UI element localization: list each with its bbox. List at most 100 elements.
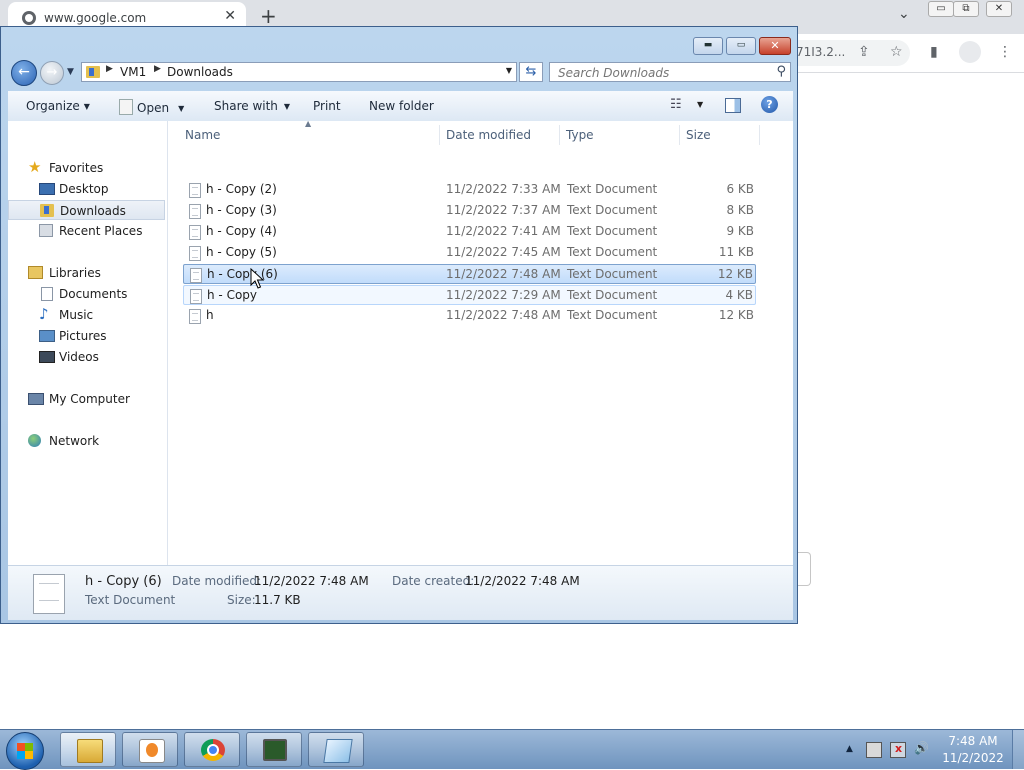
menu-kebab-icon[interactable]: ⋮ [998,44,1012,60]
table-row[interactable]: h 11/2/2022 7:48 AM Text Document 12 KB [183,306,756,326]
address-bar[interactable]: ▶ VM1 ▶ Downloads ▼ [81,62,517,82]
explorer-window: ▬ ▭ ✕ ← → ▼ ▶ VM1 ▶ Downloads ▼ ⇆ ⚲ Orga… [0,26,798,624]
nav-music[interactable]: ♪ Music [8,305,165,325]
text-file-icon [33,574,65,614]
table-row[interactable]: h - Copy (4) 11/2/2022 7:41 AM Text Docu… [183,222,756,242]
help-icon[interactable]: ? [761,96,778,113]
nav-label: My Computer [49,392,130,406]
nav-network[interactable]: Network [8,431,165,451]
file-name: h - Copy (6) [207,267,278,281]
nav-downloads[interactable]: Downloads [8,200,165,220]
taskbar-monitor-app[interactable] [246,732,302,767]
column-divider[interactable] [679,125,680,145]
file-type: Text Document [567,288,658,302]
monitor-app-icon [263,739,287,761]
preview-pane-icon[interactable] [725,98,741,113]
bookmark-star-icon[interactable]: ☆ [890,44,903,60]
tab-search-chevron-icon[interactable]: ⌄ [898,6,910,22]
breadcrumb-downloads[interactable]: Downloads [167,65,233,79]
music-icon: ♪ [39,305,49,323]
taskbar-notepad[interactable] [308,732,364,767]
browser-close-button[interactable]: ✕ [986,1,1012,17]
file-list: Name ▲ Date modified Type Size h - Copy … [168,119,793,565]
breadcrumb-separator[interactable]: ▶ [154,64,161,74]
search-input[interactable] [550,63,770,83]
browser-minimize-button[interactable]: ▭ [928,1,954,17]
mouse-cursor-icon [250,268,264,289]
breadcrumb-separator[interactable]: ▶ [106,64,113,74]
print-button[interactable]: Print [313,99,341,113]
column-divider[interactable] [559,125,560,145]
text-file-icon [189,183,201,198]
minimize-button[interactable]: ▬ [693,37,723,55]
show-desktop-button[interactable] [1012,730,1024,769]
chevron-down-icon: ▼ [83,102,90,111]
view-options-chevron-icon[interactable]: ▼ [697,100,703,109]
nav-label: Music [59,308,94,322]
show-hidden-icons-icon[interactable]: ▲ [846,744,853,754]
taskbar: ▲ x 🔊 7:48 AM 11/2/2022 [0,729,1024,770]
details-pane: h - Copy (6) Text Document Date modified… [8,565,793,620]
table-row[interactable]: h - Copy (3) 11/2/2022 7:37 AM Text Docu… [183,201,756,221]
search-icon[interactable]: ⚲ [776,64,786,79]
search-box[interactable]: ⚲ [549,62,791,83]
network-status-icon[interactable]: x [890,742,906,758]
taskbar-chrome[interactable] [184,732,240,767]
table-row[interactable]: h - Copy (2) 11/2/2022 7:33 AM Text Docu… [183,180,756,200]
close-button[interactable]: ✕ [759,37,791,55]
recent-pages-chevron-icon[interactable]: ▼ [67,67,74,77]
nav-pictures[interactable]: Pictures [8,326,165,346]
nav-favorites[interactable]: ★ Favorites [8,158,165,178]
file-name: h - Copy (2) [206,182,277,196]
column-header-name[interactable]: Name [185,128,220,142]
forward-button[interactable]: → [40,61,64,85]
recent-places-icon [39,224,53,237]
taskbar-media-player[interactable] [122,732,178,767]
column-header-type[interactable]: Type [566,128,594,142]
nav-label: Downloads [60,204,126,218]
browser-restore-button[interactable]: ⧉ [953,1,979,17]
nav-videos[interactable]: Videos [8,347,165,367]
nav-my-computer[interactable]: My Computer [8,389,165,409]
refresh-button[interactable]: ⇆ [519,62,543,82]
column-header-date-modified[interactable]: Date modified [446,128,531,142]
new-tab-button[interactable]: + [260,4,277,28]
file-date: 11/2/2022 7:48 AM [446,267,561,281]
organize-button[interactable]: Organize ▼ [26,99,90,113]
documents-icon [41,287,53,301]
clock-time[interactable]: 7:48 AM [936,734,1010,748]
computer-icon [28,393,44,405]
table-row[interactable]: h - Copy 11/2/2022 7:29 AM Text Document… [183,285,756,305]
open-button[interactable]: Open ▼ [119,99,184,115]
side-panel-icon[interactable]: ▮ [930,44,938,60]
table-row[interactable]: h - Copy (5) 11/2/2022 7:45 AM Text Docu… [183,243,756,263]
share-with-button[interactable]: Share with ▼ [214,99,290,113]
text-file-icon [189,225,201,240]
nav-documents[interactable]: Documents [8,284,165,304]
table-row-selected[interactable]: h - Copy (6) 11/2/2022 7:48 AM Text Docu… [183,264,756,284]
nav-recent-places[interactable]: Recent Places [8,221,165,241]
file-type: Text Document [567,308,658,322]
column-divider[interactable] [439,125,440,145]
volume-icon[interactable]: 🔊 [914,741,929,755]
breadcrumb-vm1[interactable]: VM1 [120,65,146,79]
close-tab-icon[interactable]: ✕ [224,8,236,24]
column-divider[interactable] [759,125,760,145]
nav-desktop[interactable]: Desktop [8,179,165,199]
file-date: 11/2/2022 7:45 AM [446,245,561,259]
taskbar-file-explorer[interactable] [60,732,116,767]
column-header-size[interactable]: Size [686,128,711,142]
change-view-icon[interactable]: ☷ [670,97,682,112]
maximize-button[interactable]: ▭ [726,37,756,55]
start-button[interactable] [6,732,44,770]
clock-date[interactable]: 11/2/2022 [936,751,1010,765]
nav-libraries[interactable]: Libraries [8,263,165,283]
back-button[interactable]: ← [11,60,37,86]
profile-avatar[interactable] [959,41,981,63]
address-dropdown-icon[interactable]: ▼ [506,66,512,75]
url-text: 71I3.2... [796,45,846,59]
share-icon[interactable]: ⇪ [858,44,870,60]
new-folder-button[interactable]: New folder [369,99,434,113]
power-icon[interactable] [866,742,882,758]
globe-icon [22,11,36,25]
